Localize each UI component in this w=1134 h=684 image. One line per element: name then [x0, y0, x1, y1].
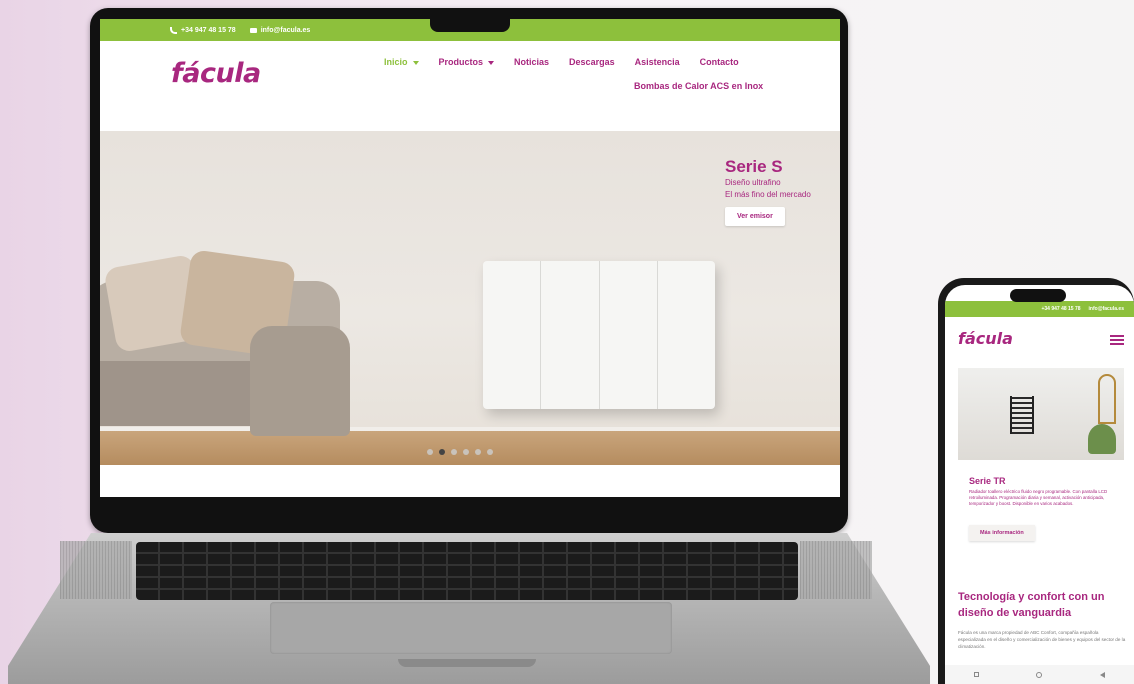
phone-contact-topbar: +34 947 48 15 78 info@facula.es	[945, 301, 1134, 317]
speaker-grille-left	[60, 541, 132, 599]
hero-title: Serie S	[725, 157, 783, 176]
mas-informacion-button[interactable]: Más información	[969, 525, 1035, 541]
speaker-grille-right	[800, 541, 872, 599]
menu-item-descargas[interactable]: Descargas	[569, 57, 615, 67]
phone-number: +34 947 48 15 78	[181, 26, 236, 34]
main-menu: Inicio Productos Noticias Descargas Asis…	[384, 57, 763, 91]
menu-item-bombas[interactable]: Bombas de Calor ACS en Inox	[634, 81, 763, 91]
product-image	[958, 368, 1124, 460]
mail-icon	[249, 27, 257, 33]
phone-header: fácula	[945, 317, 1134, 361]
chevron-down-icon	[488, 60, 495, 65]
product-title: Serie TR	[969, 476, 1006, 486]
plant	[1088, 424, 1116, 454]
phone-icon	[170, 26, 177, 34]
sofa-arm	[250, 326, 350, 436]
menu-item-asistencia[interactable]: Asistencia	[635, 57, 680, 67]
section-body: Fácula es una marca propiedad de ABC Con…	[958, 630, 1126, 649]
slider-dot[interactable]	[463, 449, 469, 455]
product-description: Radiador toallero eléctrico fluido negro…	[969, 489, 1108, 506]
recent-apps-icon[interactable]	[973, 672, 979, 677]
slider-dot[interactable]	[427, 449, 433, 455]
towel-radiator	[1010, 396, 1034, 434]
hamburger-menu-icon[interactable]	[1110, 335, 1124, 345]
keyboard	[136, 542, 798, 600]
slider-dot[interactable]	[451, 449, 457, 455]
hero-subtitle-1: Diseño ultrafino	[725, 178, 781, 187]
chevron-down-icon	[412, 60, 419, 65]
trackpad	[270, 602, 672, 654]
phone-screen: +34 947 48 15 78 info@facula.es fácula S…	[945, 285, 1134, 684]
site-logo[interactable]: fácula	[958, 329, 1013, 348]
slider-dot[interactable]	[475, 449, 481, 455]
phone-contact[interactable]: +34 947 48 15 78	[170, 26, 236, 34]
laptop-front-notch	[398, 659, 536, 667]
laptop-screen: +34 947 48 15 78 info@facula.es fácula I…	[100, 19, 840, 497]
slider-dots	[427, 449, 493, 455]
menu-item-contacto[interactable]: Contacto	[700, 57, 739, 67]
menu-item-productos[interactable]: Productos	[439, 57, 495, 67]
back-icon[interactable]	[1100, 671, 1106, 678]
menu-item-inicio[interactable]: Inicio	[384, 57, 419, 67]
radiator-image	[483, 261, 715, 409]
site-header: fácula Inicio Productos Noticias Descarg…	[100, 41, 840, 131]
slider-dot[interactable]	[487, 449, 493, 455]
hero-caption: Serie S Diseño ultrafino El más fino del…	[725, 157, 811, 226]
home-icon[interactable]	[1036, 671, 1043, 678]
laptop-camera-notch	[430, 16, 510, 32]
slider-dot[interactable]	[439, 449, 445, 455]
email-contact[interactable]: info@facula.es	[249, 26, 311, 34]
hero-subtitle-2: El más fino del mercado	[725, 190, 811, 199]
wood-floor	[100, 431, 840, 465]
email-address: info@facula.es	[260, 26, 311, 34]
section-title: Tecnología y confort con un diseño de va…	[958, 591, 1105, 619]
phone-number[interactable]: +34 947 48 15 78	[1041, 306, 1080, 312]
phone-dynamic-island	[1010, 289, 1066, 302]
hero-slider: Serie S Diseño ultrafino El más fino del…	[100, 131, 840, 465]
menu-item-noticias[interactable]: Noticias	[514, 57, 549, 67]
ver-emisor-button[interactable]: Ver emisor	[725, 207, 785, 226]
mirror	[1098, 374, 1116, 424]
android-nav-bar	[945, 665, 1134, 684]
email-address[interactable]: info@facula.es	[1089, 306, 1124, 312]
site-logo[interactable]: fácula	[171, 58, 261, 89]
